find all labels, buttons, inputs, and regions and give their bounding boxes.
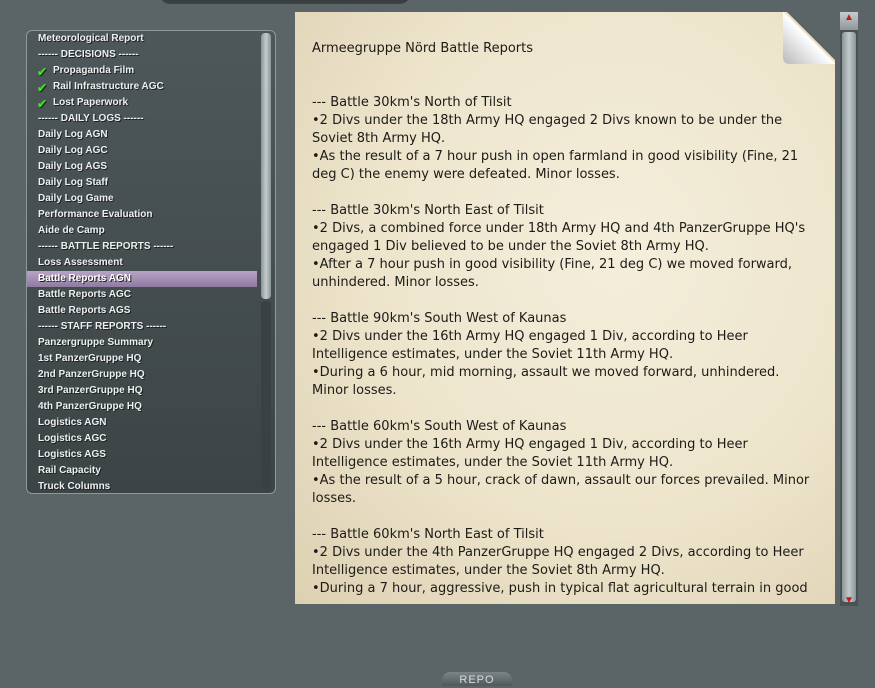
- report-scrollbar[interactable]: ▲ ▼: [840, 12, 858, 606]
- menu-item[interactable]: ------ DECISIONS ------: [27, 47, 257, 63]
- menu-item-label: 1st PanzerGruppe HQ: [38, 353, 142, 364]
- menu-item[interactable]: ------ DAILY LOGS ------: [27, 111, 257, 127]
- menu-item-label: Logistics AGS: [38, 449, 106, 460]
- menu-item-label: Daily Log Game: [38, 193, 114, 204]
- menu-item-label: Logistics AGN: [38, 417, 107, 428]
- menu-item[interactable]: ------ BATTLE REPORTS ------: [27, 239, 257, 255]
- menu-item-label: Propaganda Film: [53, 65, 135, 76]
- scroll-down-arrow-icon[interactable]: ▼: [840, 596, 858, 606]
- battle-detail: •2 Divs under the 18th Army HQ engaged 2…: [312, 113, 783, 146]
- menu-item-label: Truck Columns: [38, 481, 111, 492]
- menu-item[interactable]: 4th PanzerGruppe HQ: [27, 399, 257, 415]
- battle-detail: •2 Divs under the 16th Army HQ engaged 1…: [312, 329, 748, 362]
- page-curl-icon[interactable]: [783, 12, 835, 64]
- menu-item[interactable]: Truck Columns: [27, 479, 257, 493]
- battle-list: --- Battle 30km's North of Tilsit •2 Divs…: [312, 94, 812, 598]
- menu-scrollbar-track[interactable]: [261, 301, 271, 489]
- menu-item[interactable]: Aide de Camp: [27, 223, 257, 239]
- battle-heading: --- Battle 60km's South West of Kaunas: [312, 419, 567, 434]
- menu-item[interactable]: ✔ Propaganda Film: [27, 63, 257, 79]
- menu-item[interactable]: Panzergruppe Summary: [27, 335, 257, 351]
- menu-item-label: Daily Log Staff: [38, 177, 109, 188]
- menu-item-label: 3rd PanzerGruppe HQ: [38, 385, 143, 396]
- menu-item-label: 4th PanzerGruppe HQ: [38, 401, 142, 412]
- battle-detail: •During a 7 hour, aggressive, push in ty…: [312, 581, 808, 596]
- menu-item-label: Aide de Camp: [38, 225, 105, 236]
- battle-report: --- Battle 60km's South West of Kaunas •2…: [312, 418, 812, 508]
- menu-scrollbar-thumb[interactable]: [261, 33, 271, 299]
- menu-item-label: Daily Log AGC: [38, 145, 108, 156]
- menu-item-label: Battle Reports AGS: [38, 305, 131, 316]
- menu-item-label: Performance Evaluation: [38, 209, 153, 220]
- battle-report: --- Battle 90km's South West of Kaunas •2…: [312, 310, 812, 400]
- scroll-up-arrow-icon[interactable]: ▲: [840, 12, 858, 30]
- battle-detail: •2 Divs, a combined force under 18th Arm…: [312, 221, 806, 254]
- menu-item[interactable]: Battle Reports AGC: [27, 287, 257, 303]
- menu-item-label: Daily Log AGS: [38, 161, 108, 172]
- menu-item[interactable]: Battle Reports AGS: [27, 303, 257, 319]
- menu-item[interactable]: Logistics AGC: [27, 431, 257, 447]
- battle-heading: --- Battle 30km's North East of Tilsit: [312, 203, 544, 218]
- report-menu-panel: Meteorological Report ------ DECISIONS --…: [26, 30, 276, 494]
- menu-item-label: Loss Assessment: [38, 257, 123, 268]
- menu-item[interactable]: ✔ Lost Paperwork: [27, 95, 257, 111]
- battle-report: --- Battle 30km's North East of Tilsit •2…: [312, 202, 812, 292]
- battle-detail: •As the result of a 7 hour push in open …: [312, 149, 799, 182]
- menu-item-label: Logistics AGC: [38, 433, 107, 444]
- menu-item-label: Panzergruppe Summary: [38, 337, 154, 348]
- menu-item-label: ------ DAILY LOGS ------: [38, 113, 144, 124]
- menu-item[interactable]: Daily Log AGN: [27, 127, 257, 143]
- battle-detail: •As the result of a 5 hour, crack of daw…: [312, 473, 810, 506]
- battle-heading: --- Battle 90km's South West of Kaunas: [312, 311, 567, 326]
- menu-item-label: Rail Capacity: [38, 465, 101, 476]
- menu-item[interactable]: 2nd PanzerGruppe HQ: [27, 367, 257, 383]
- menu-item[interactable]: Performance Evaluation: [27, 207, 257, 223]
- menu-item[interactable]: Battle Reports AGN: [27, 271, 257, 287]
- battle-report: --- Battle 30km's North of Tilsit •2 Divs…: [312, 94, 812, 184]
- battle-heading: --- Battle 30km's North of Tilsit: [312, 95, 512, 110]
- menu-item[interactable]: 1st PanzerGruppe HQ: [27, 351, 257, 367]
- menu-item-label: Daily Log AGN: [38, 129, 108, 140]
- battle-detail: •After a 7 hour push in good visibility …: [312, 257, 793, 290]
- menu-item-label: ------ STAFF REPORTS ------: [38, 321, 167, 332]
- report-paper: Armeegruppe Nörd Battle Reports --- Batt…: [295, 12, 835, 604]
- menu-item-label: Rail Infrastructure AGC: [53, 81, 164, 92]
- menu-item-label: ------ DECISIONS ------: [38, 49, 139, 60]
- report-menu-list: Meteorological Report ------ DECISIONS --…: [27, 31, 257, 493]
- battle-detail: •During a 6 hour, mid morning, assault w…: [312, 365, 780, 398]
- menu-item[interactable]: 3rd PanzerGruppe HQ: [27, 383, 257, 399]
- check-icon: ✔: [37, 65, 48, 79]
- menu-item[interactable]: Rail Capacity: [27, 463, 257, 479]
- menu-item[interactable]: Daily Log AGS: [27, 159, 257, 175]
- battle-heading: --- Battle 60km's North East of Tilsit: [312, 527, 544, 542]
- battle-report: --- Battle 60km's North East of Tilsit •2…: [312, 526, 812, 598]
- menu-item[interactable]: ------ STAFF REPORTS ------: [27, 319, 257, 335]
- report-content: Armeegruppe Nörd Battle Reports --- Batt…: [312, 40, 812, 604]
- menu-item-label: Lost Paperwork: [53, 97, 129, 108]
- battle-detail: •2 Divs under the 4th PanzerGruppe HQ en…: [312, 545, 804, 578]
- report-scrollbar-thumb[interactable]: [842, 32, 856, 602]
- menu-item-label: Battle Reports AGC: [38, 289, 131, 300]
- menu-item-label: Meteorological Report: [38, 33, 144, 44]
- menu-item-label: 2nd PanzerGruppe HQ: [38, 369, 145, 380]
- menu-item-label: Battle Reports AGN: [38, 273, 131, 284]
- menu-item[interactable]: Daily Log Staff: [27, 175, 257, 191]
- menu-item[interactable]: Logistics AGN: [27, 415, 257, 431]
- menu-item[interactable]: Meteorological Report: [27, 31, 257, 47]
- top-window-tab: [160, 0, 410, 4]
- check-icon: ✔: [37, 97, 48, 111]
- menu-item[interactable]: Daily Log AGC: [27, 143, 257, 159]
- menu-item[interactable]: ✔ Rail Infrastructure AGC: [27, 79, 257, 95]
- menu-item[interactable]: Logistics AGS: [27, 447, 257, 463]
- check-icon: ✔: [37, 81, 48, 95]
- menu-item[interactable]: Daily Log Game: [27, 191, 257, 207]
- reports-tab[interactable]: REPO: [442, 672, 512, 686]
- menu-item-label: ------ BATTLE REPORTS ------: [38, 241, 174, 252]
- report-title: Armeegruppe Nörd Battle Reports: [312, 41, 534, 56]
- menu-item[interactable]: Loss Assessment: [27, 255, 257, 271]
- battle-detail: •2 Divs under the 16th Army HQ engaged 1…: [312, 437, 748, 470]
